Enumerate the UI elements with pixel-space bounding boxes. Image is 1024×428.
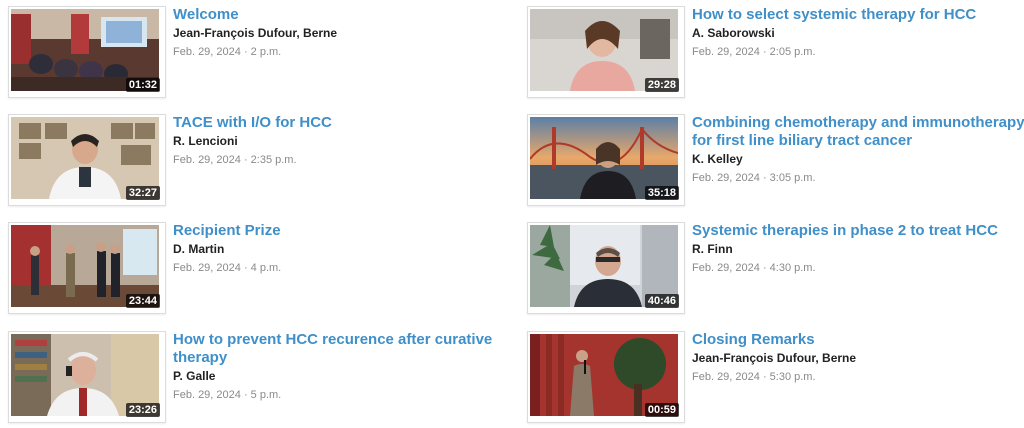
video-thumbnail[interactable]: 40:46 [527, 222, 685, 314]
video-title-link[interactable]: TACE with I/O for HCC [173, 114, 513, 132]
duration-badge: 29:28 [644, 78, 679, 92]
video-date: Feb. 29, 2024 · 2:35 p.m. [173, 154, 297, 166]
video-thumbnail[interactable]: 35:18 [527, 114, 685, 206]
video-speaker: K. Kelley [692, 152, 743, 166]
video-date: Feb. 29, 2024 · 4:30 p.m. [692, 262, 816, 274]
video-thumbnail[interactable]: 01:32 [8, 6, 166, 98]
duration-badge: 35:18 [644, 186, 679, 200]
video-speaker: Jean-François Dufour, Berne [692, 351, 857, 365]
video-speaker: Jean-François Dufour, Berne [173, 26, 338, 40]
duration-badge: 23:26 [125, 403, 160, 417]
video-item[interactable]: 35:18 Combining chemotherapy and immunot… [527, 114, 1024, 209]
video-item[interactable]: 32:27 TACE with I/O for HCC R. Lencioni … [8, 114, 508, 209]
video-thumbnail[interactable]: 23:44 [8, 222, 166, 314]
video-date: Feb. 29, 2024 · 3:05 p.m. [692, 172, 816, 184]
video-title-link[interactable]: Systemic therapies in phase 2 to treat H… [692, 222, 1024, 240]
video-item[interactable]: 29:28 How to select systemic therapy for… [527, 6, 1024, 101]
video-title-link[interactable]: How to select systemic therapy for HCC [692, 6, 1024, 24]
video-date: Feb. 29, 2024 · 2 p.m. [173, 46, 282, 58]
duration-badge: 00:59 [644, 403, 679, 417]
video-date: Feb. 29, 2024 · 5:30 p.m. [692, 371, 816, 383]
video-item[interactable]: 01:32 Welcome Jean-François Dufour, Bern… [8, 6, 508, 101]
duration-badge: 01:32 [125, 78, 160, 92]
video-item[interactable]: 23:44 Recipient Prize D. Martin Feb. 29,… [8, 222, 508, 317]
duration-badge: 40:46 [644, 294, 679, 308]
video-speaker: P. Galle [173, 369, 216, 383]
video-speaker: R. Lencioni [173, 134, 238, 148]
duration-badge: 23:44 [125, 294, 160, 308]
video-item[interactable]: 00:59 Closing Remarks Jean-François Dufo… [527, 331, 1024, 426]
video-thumbnail[interactable]: 32:27 [8, 114, 166, 206]
video-title-link[interactable]: How to prevent HCC recurence after curat… [173, 331, 513, 367]
video-title-link[interactable]: Welcome [173, 6, 513, 24]
video-thumbnail[interactable]: 00:59 [527, 331, 685, 423]
duration-badge: 32:27 [125, 186, 160, 200]
video-speaker: D. Martin [173, 242, 225, 256]
video-item[interactable]: 40:46 Systemic therapies in phase 2 to t… [527, 222, 1024, 317]
video-speaker: A. Saborowski [692, 26, 775, 40]
video-thumbnail[interactable]: 29:28 [527, 6, 685, 98]
video-title-link[interactable]: Closing Remarks [692, 331, 1024, 349]
video-thumbnail[interactable]: 23:26 [8, 331, 166, 423]
video-date: Feb. 29, 2024 · 2:05 p.m. [692, 46, 816, 58]
video-title-link[interactable]: Combining chemotherapy and immunotherapy… [692, 114, 1024, 150]
video-date: Feb. 29, 2024 · 5 p.m. [173, 389, 282, 401]
video-title-link[interactable]: Recipient Prize [173, 222, 513, 240]
video-speaker: R. Finn [692, 242, 733, 256]
video-date: Feb. 29, 2024 · 4 p.m. [173, 262, 282, 274]
video-item[interactable]: 23:26 How to prevent HCC recurence after… [8, 331, 508, 426]
